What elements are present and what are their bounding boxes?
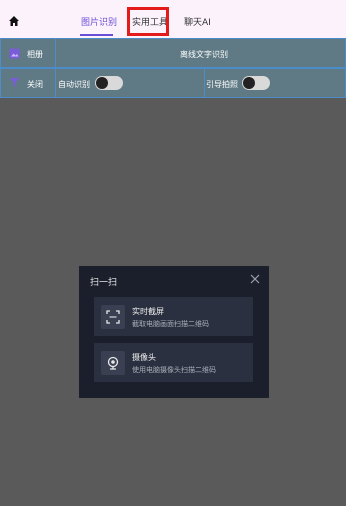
close-icon[interactable]	[249, 273, 261, 285]
toolbar-title: 离线文字识别	[180, 50, 228, 59]
tab-image-recognition[interactable]: 图片识别	[81, 15, 117, 28]
option-icon-box	[101, 305, 125, 329]
option-screen-capture[interactable]: 实时截屏 截取电脑画面扫描二维码	[94, 297, 253, 336]
webcam-icon	[107, 356, 119, 370]
recognition-toolbar: 相册 离线文字识别 关闭 自动识别 引导拍照	[0, 38, 346, 98]
close-label: 关闭	[27, 80, 43, 89]
album-cell[interactable]: 相册	[0, 38, 56, 68]
top-nav-bar: 图片识别 实用工具 聊天AI	[0, 0, 346, 38]
option-title: 摄像头	[132, 353, 156, 362]
home-icon	[9, 16, 19, 26]
toolbar-row-2: 关闭 自动识别 引导拍照	[0, 68, 346, 98]
guide-photo-label: 引导拍照	[206, 80, 238, 89]
dialog-title: 扫一扫	[90, 278, 118, 288]
guide-photo-toggle[interactable]	[242, 76, 270, 90]
auto-recognize-cell: 自动识别	[55, 68, 205, 98]
close-cell[interactable]: 关闭	[0, 68, 56, 98]
home-button[interactable]	[6, 13, 22, 29]
option-icon-box	[101, 351, 125, 375]
option-title: 实时截屏	[132, 307, 164, 316]
option-description: 使用电脑摄像头扫描二维码	[132, 366, 216, 374]
title-cell: 离线文字识别	[55, 38, 346, 68]
auto-recognize-toggle[interactable]	[95, 76, 123, 90]
auto-recognize-label: 自动识别	[58, 80, 90, 89]
option-description: 截取电脑画面扫描二维码	[132, 320, 209, 328]
option-webcam[interactable]: 摄像头 使用电脑摄像头扫描二维码	[94, 343, 253, 382]
album-label: 相册	[27, 50, 43, 59]
scan-frame-icon	[106, 310, 120, 324]
scan-dialog: 扫一扫 实时截屏 截取电脑画面扫描二维码 摄像头 使用电脑摄像头扫描二维码	[79, 266, 269, 398]
toolbar-row-1: 相册 离线文字识别	[0, 38, 346, 68]
filter-icon	[10, 78, 19, 87]
guide-photo-cell: 引导拍照	[204, 68, 346, 98]
tab-chat-ai[interactable]: 聊天AI	[184, 15, 211, 28]
tab-highlight-box	[127, 7, 169, 36]
album-icon	[9, 48, 20, 59]
active-tab-indicator	[80, 34, 113, 36]
